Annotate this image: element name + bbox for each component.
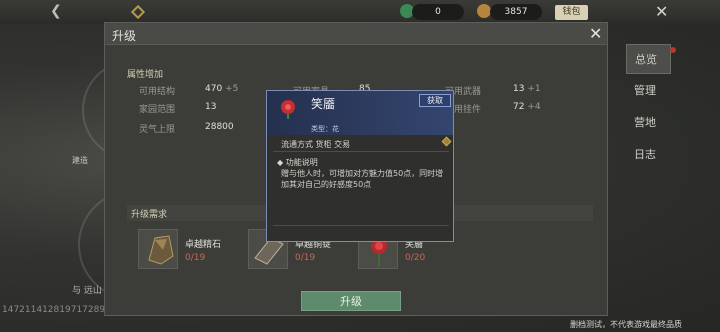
side-item-overview[interactable]: 总览 — [626, 44, 676, 74]
build-label: 建造 — [72, 156, 88, 165]
side-item-label: 总览 — [635, 53, 657, 66]
notification-dot — [670, 47, 676, 53]
side-item-label: 管理 — [634, 84, 656, 97]
side-menu: 总览 管理 营地 日志 — [626, 44, 676, 172]
get-button[interactable]: 获取 — [419, 94, 451, 107]
stat-value: 13 — [205, 102, 217, 112]
back-arrow-icon[interactable]: ❮ — [50, 3, 62, 19]
dialog-title: 升级 — [112, 29, 137, 43]
stat-value: 13 +1 — [513, 84, 541, 94]
item-name: 卓越精石 — [185, 240, 222, 250]
tooltip-description: 赠与他人时，可增加对方魅力值50点，同时增加其对自己的好感度50点 — [281, 169, 444, 189]
side-item-log[interactable]: 日志 — [626, 140, 671, 170]
side-item-label: 日志 — [634, 148, 656, 161]
divider — [273, 225, 449, 226]
currency-2-value: 3857 — [490, 4, 542, 20]
dialog-header — [105, 23, 607, 45]
stat-value: 28800 — [205, 122, 234, 132]
currency-1-value: 0 — [412, 4, 464, 20]
region-label: 与 远山 — [72, 286, 102, 296]
section-req-label: 升级需求 — [131, 210, 168, 220]
top-bar: ❮ 0 3857 钱包 ✕ — [0, 0, 720, 24]
diamond-icon — [441, 136, 452, 147]
stat-value: 72 +4 — [513, 102, 541, 112]
diamond-icon[interactable] — [130, 4, 146, 20]
section-attr-label: 属性增加 — [127, 70, 164, 80]
item-count: 0/20 — [405, 253, 426, 263]
item-count: 0/19 — [185, 253, 206, 263]
item-count: 0/19 — [295, 253, 316, 263]
coin-currency-icon — [477, 4, 491, 18]
wallet-button[interactable]: 钱包 — [555, 5, 588, 20]
item-slot-stone[interactable] — [138, 229, 178, 269]
stat-label: 家园范围 — [139, 105, 176, 115]
tooltip-func-title: ◆ 功能说明 — [277, 158, 318, 167]
close-icon[interactable]: ✕ — [655, 2, 668, 21]
divider — [273, 151, 449, 152]
upgrade-button[interactable]: 升级 — [301, 291, 401, 311]
side-item-label: 营地 — [634, 116, 656, 129]
side-item-manage[interactable]: 管理 — [626, 76, 671, 106]
item-tooltip: 笑靥 获取 类型：花 流通方式 货柜 交易 ◆ 功能说明 赠与他人时，可增加对方… — [266, 90, 454, 242]
stat-label: 灵气上限 — [139, 125, 176, 135]
tooltip-item-name: 笑靥 — [311, 97, 336, 111]
tooltip-item-type: 类型：花 — [311, 125, 339, 133]
flower-icon — [281, 100, 295, 119]
side-item-camp[interactable]: 营地 — [626, 108, 671, 138]
stone-icon — [148, 235, 174, 265]
tooltip-circulation: 流通方式 货柜 交易 — [281, 140, 351, 149]
user-id: 147211412819717289 — [2, 305, 106, 315]
stat-label: 可用结构 — [139, 87, 176, 97]
test-notice: 删档测试，不代表游戏最终品质 — [570, 320, 682, 329]
dialog-close-icon[interactable]: ✕ — [589, 24, 602, 43]
stat-value: 470 +5 — [205, 84, 239, 94]
